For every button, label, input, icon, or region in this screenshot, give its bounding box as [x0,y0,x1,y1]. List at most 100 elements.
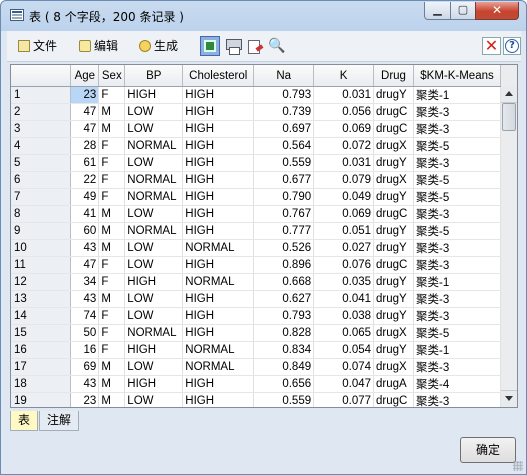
table-cell[interactable]: 0.896 [253,256,315,274]
table-cell[interactable]: 0.828 [253,324,315,342]
table-row[interactable]: 12 34 F HIGH NORMAL 0.668 0.035 drugY 聚类-1 [11,273,501,291]
table-cell[interactable]: 0.047 [313,375,375,393]
row-number[interactable]: 18 [11,375,72,393]
table-row[interactable]: 7 49 F NORMAL HIGH 0.790 0.049 drugY 聚类-5 [11,188,501,206]
table-row[interactable]: 3 47 M LOW HIGH 0.697 0.069 drugC 聚类-3 [11,120,501,138]
column-header[interactable]: BP [124,65,184,87]
column-header[interactable]: K [313,65,375,87]
table-cell[interactable]: 0.056 [313,103,375,121]
table-cell[interactable]: HIGH [182,120,255,138]
table-row[interactable]: 19 23 M LOW HIGH 0.559 0.077 drugC 聚类-3 [11,392,501,407]
table-cell[interactable]: 0.526 [253,239,315,257]
table-cell[interactable]: 聚类-3 [413,392,501,407]
scroll-down-arrow-icon[interactable] [501,390,517,407]
table-cell[interactable]: HIGH [182,290,255,308]
row-number[interactable]: 2 [11,103,72,121]
table-cell[interactable]: LOW [124,239,184,257]
table-row[interactable]: 5 61 F LOW HIGH 0.559 0.031 drugY 聚类-3 [11,154,501,172]
scroll-up-arrow-icon[interactable] [501,86,517,103]
table-cell[interactable]: drugC [373,103,414,121]
table-cell[interactable]: 0.035 [313,273,375,291]
table-cell[interactable]: HIGH [182,375,255,393]
table-cell[interactable]: F [98,86,126,104]
table-cell[interactable]: 34 [70,273,100,291]
table-cell[interactable]: LOW [124,103,184,121]
table-cell[interactable]: HIGH [124,86,184,104]
table-cell[interactable]: HIGH [182,154,255,172]
table-cell[interactable]: 47 [70,103,100,121]
table-cell[interactable]: M [98,290,126,308]
table-cell[interactable]: LOW [124,205,184,223]
table-cell[interactable]: M [98,358,126,376]
table-row[interactable]: 1 23 F HIGH HIGH 0.793 0.031 drugY 聚类-1 [11,86,501,104]
table-cell[interactable]: 0.564 [253,137,315,155]
table-cell[interactable]: drugX [373,171,414,189]
resize-grip-icon[interactable] [513,461,523,471]
table-cell[interactable]: F [98,137,126,155]
table-cell[interactable]: HIGH [182,324,255,342]
table-cell[interactable]: F [98,256,126,274]
table-cell[interactable]: LOW [124,256,184,274]
table-cell[interactable]: M [98,392,126,407]
table-cell[interactable]: NORMAL [124,137,184,155]
table-cell[interactable]: 聚类-5 [413,171,501,189]
row-number[interactable]: 8 [11,205,72,223]
table-cell[interactable]: 聚类-5 [413,188,501,206]
table-cell[interactable]: 0.027 [313,239,375,257]
table-cell[interactable]: 47 [70,256,100,274]
maximize-button[interactable]: ▢ [450,2,476,20]
table-cell[interactable]: HIGH [182,205,255,223]
row-number[interactable]: 14 [11,307,72,325]
table-cell[interactable]: LOW [124,290,184,308]
table-cell[interactable]: 0.031 [313,154,375,172]
table-cell[interactable]: drugY [373,154,414,172]
table-cell[interactable]: 43 [70,375,100,393]
table-cell[interactable]: NORMAL [124,222,184,240]
tab-table[interactable]: 表 [10,411,39,431]
table-cell[interactable]: drugC [373,392,414,407]
table-cell[interactable]: HIGH [182,103,255,121]
table-cell[interactable]: drugY [373,307,414,325]
table-cell[interactable]: 聚类-3 [413,103,501,121]
find-binoculars-icon[interactable]: 🔍 [267,36,287,56]
column-header[interactable]: Na [253,65,315,87]
title-bar[interactable]: 表 ( 8 个字段，200 条记录 ) ▁ ▢ ✕ [1,1,526,30]
table-cell[interactable]: 0.767 [253,205,315,223]
table-cell[interactable]: 0.072 [313,137,375,155]
table-cell[interactable]: 0.069 [313,120,375,138]
table-cell[interactable]: 0.627 [253,290,315,308]
table-cell[interactable]: drugY [373,273,414,291]
table-cell[interactable]: 0.849 [253,358,315,376]
table-cell[interactable]: 0.559 [253,154,315,172]
table-cell[interactable]: HIGH [182,188,255,206]
table-cell[interactable]: NORMAL [182,273,255,291]
table-cell[interactable]: NORMAL [124,171,184,189]
help-button[interactable]: ? [503,37,521,55]
table-cell[interactable]: 0.051 [313,222,375,240]
table-cell[interactable]: 0.076 [313,256,375,274]
table-cell[interactable]: drugX [373,137,414,155]
print-icon[interactable] [223,36,243,56]
table-cell[interactable]: F [98,307,126,325]
table-cell[interactable]: 聚类-3 [413,358,501,376]
table-cell[interactable]: F [98,324,126,342]
table-cell[interactable]: 0.739 [253,103,315,121]
table-cell[interactable]: 60 [70,222,100,240]
table-cell[interactable]: 聚类-5 [413,137,501,155]
table-cell[interactable]: 0.054 [313,341,375,359]
row-number[interactable]: 12 [11,273,72,291]
table-cell[interactable]: LOW [124,120,184,138]
table-cell[interactable]: 43 [70,290,100,308]
row-number[interactable]: 13 [11,290,72,308]
table-row[interactable]: 15 50 F NORMAL HIGH 0.828 0.065 drugX 聚类-5 [11,324,501,342]
table-cell[interactable]: HIGH [124,341,184,359]
table-cell[interactable]: HIGH [182,171,255,189]
table-row[interactable]: 16 16 F HIGH NORMAL 0.834 0.054 drugY 聚类-1 [11,341,501,359]
table-cell[interactable]: drugC [373,120,414,138]
table-cell[interactable]: 43 [70,239,100,257]
table-row[interactable]: 14 74 F LOW HIGH 0.793 0.038 drugY 聚类-3 [11,307,501,325]
table-cell[interactable]: 28 [70,137,100,155]
table-cell[interactable]: NORMAL [124,324,184,342]
table-row[interactable]: 9 60 M NORMAL HIGH 0.777 0.051 drugY 聚类-5 [11,222,501,240]
column-header[interactable]: Sex [98,65,126,87]
